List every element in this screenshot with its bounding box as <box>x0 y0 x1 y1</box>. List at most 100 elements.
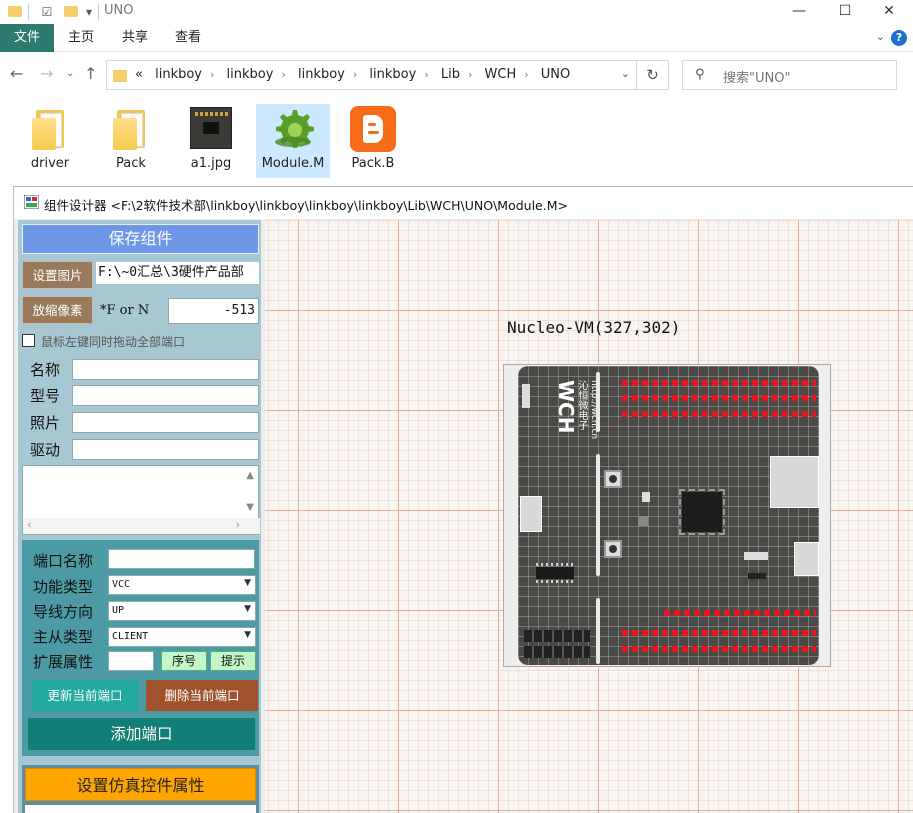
scroll-left-icon[interactable]: ‹ <box>27 518 31 531</box>
vertical-scrollbar[interactable]: ▲ ▼ <box>242 466 258 518</box>
reset-button-icon <box>604 470 622 488</box>
model-input[interactable] <box>72 385 259 406</box>
help-icon[interactable]: ? <box>891 30 907 46</box>
usb-connector <box>520 496 542 532</box>
port-editor: 端口名称 功能类型 VCC ▼ 导线方向 UP ▼ 主从类型 CLIENT ▼ … <box>22 540 259 756</box>
hint-button[interactable]: 提示 <box>210 651 256 671</box>
func-type-select[interactable]: VCC ▼ <box>108 575 256 595</box>
dropdown-arrow-icon[interactable]: ▼ <box>244 578 251 588</box>
chevron-right-icon[interactable]: › <box>281 68 285 81</box>
set-image-button[interactable]: 设置图片 <box>22 261 93 289</box>
ext-attr-input[interactable] <box>108 651 154 671</box>
scale-value-input[interactable]: -513 <box>168 298 259 324</box>
wire-direction-value: UP <box>112 605 125 616</box>
chevron-right-icon[interactable]: › <box>524 68 528 81</box>
tab-share[interactable]: 共享 <box>122 24 148 52</box>
sequence-button[interactable]: 序号 <box>161 651 207 671</box>
breadcrumb-item[interactable]: linkboy <box>227 67 274 82</box>
chevron-right-icon[interactable]: › <box>353 68 357 81</box>
description-textarea[interactable]: ▲ ▼ ‹ › <box>22 465 260 535</box>
breadcrumb-item[interactable]: WCH <box>485 67 517 82</box>
scroll-down-icon[interactable]: ▼ <box>246 502 254 513</box>
wire-direction-label: 导线方向 <box>33 603 94 621</box>
file-item[interactable]: driver <box>13 104 87 178</box>
scale-pixels-button[interactable]: 放缩像素 <box>22 296 93 324</box>
design-canvas[interactable]: Nucleo-VM(327,302) WCH 沁恒微电子 http://wch.… <box>265 220 913 813</box>
chevron-right-icon[interactable]: › <box>424 68 428 81</box>
driver-label: 驱动 <box>30 441 61 459</box>
dropdown-arrow-icon[interactable]: ▼ <box>244 630 251 640</box>
designer-title-bar: 组件设计器 <F:\2软件技术部\linkboy\linkboy\linkboy… <box>14 187 913 219</box>
save-component-button[interactable]: 保存组件 <box>22 224 259 254</box>
expand-ribbon-icon[interactable]: ⌄ <box>876 30 885 43</box>
breadcrumb-item[interactable]: UNO <box>541 67 570 82</box>
address-dropdown-icon[interactable]: ⌄ <box>621 67 630 80</box>
new-folder-icon[interactable] <box>64 6 78 17</box>
gear-icon <box>275 110 314 148</box>
breadcrumb-item[interactable]: linkboy <box>298 67 345 82</box>
update-port-button[interactable]: 更新当前端口 <box>32 680 138 711</box>
separator <box>98 4 99 20</box>
file-item-selected[interactable]: Module.M <box>256 104 330 178</box>
driver-input[interactable] <box>72 439 259 460</box>
search-box[interactable]: ⚲ 搜索"UNO" <box>682 60 897 90</box>
scroll-up-icon[interactable]: ▲ <box>246 470 254 481</box>
breadcrumb-item[interactable]: linkboy <box>369 67 416 82</box>
up-arrow-icon[interactable]: ↑ <box>84 64 97 83</box>
customize-toolbar-icon[interactable]: ▾ <box>80 3 98 21</box>
component-image-frame[interactable]: WCH 沁恒微电子 http://wch.cn <box>503 364 831 667</box>
name-input[interactable] <box>72 359 259 380</box>
minimize-button[interactable]: — <box>776 0 822 24</box>
back-arrow-icon[interactable]: ← <box>10 64 23 83</box>
master-slave-select[interactable]: CLIENT ▼ <box>108 627 256 647</box>
horizontal-scrollbar[interactable]: ‹ › <box>23 518 260 534</box>
port-name-label: 端口名称 <box>33 552 94 570</box>
file-name: Module.M <box>261 156 325 171</box>
usb-connector <box>794 542 819 576</box>
maximize-button[interactable]: ☐ <box>822 0 868 24</box>
forward-arrow-icon[interactable]: → <box>40 64 53 83</box>
chevron-right-icon[interactable]: › <box>210 68 214 81</box>
breadcrumb-overflow[interactable]: « <box>135 67 143 82</box>
breadcrumb-item[interactable]: linkboy <box>155 67 202 82</box>
file-item[interactable]: a1.jpg <box>174 104 248 178</box>
wire-direction-select[interactable]: UP ▼ <box>108 601 256 621</box>
address-bar[interactable]: « linkboy › linkboy › linkboy › linkboy › Li… <box>106 60 669 90</box>
pin-row <box>622 646 816 652</box>
chevron-right-icon[interactable]: › <box>468 68 472 81</box>
ext-attr-label: 扩展属性 <box>33 653 94 671</box>
smd-part <box>748 573 766 579</box>
tab-file[interactable]: 文件 <box>0 24 54 52</box>
f-or-n-label: *F or N <box>100 303 150 318</box>
recent-locations-icon[interactable]: ⌄ <box>66 68 74 79</box>
board-divider <box>596 598 600 664</box>
close-button[interactable]: ✕ <box>866 0 912 24</box>
sim-properties-button[interactable]: 设置仿真控件属性 <box>25 768 256 801</box>
board-image[interactable]: WCH 沁恒微电子 http://wch.cn <box>518 366 819 665</box>
sim-properties-field[interactable] <box>25 805 256 813</box>
file-name: driver <box>30 156 70 171</box>
photo-input[interactable] <box>72 412 259 433</box>
blogger-icon <box>350 106 396 152</box>
breadcrumb-item[interactable]: Lib <box>441 67 460 82</box>
ribbon-tabs: 文件 主页 共享 查看 ⌄ ? <box>0 24 913 52</box>
search-icon: ⚲ <box>695 67 705 82</box>
properties-icon[interactable]: ☑ <box>38 3 56 21</box>
scroll-right-icon[interactable]: › <box>236 518 240 531</box>
file-item[interactable]: Pack <box>94 104 168 178</box>
file-name: Pack <box>116 156 146 171</box>
func-type-label: 功能类型 <box>33 578 94 596</box>
refresh-icon[interactable]: ↻ <box>636 61 668 89</box>
master-slave-label: 主从类型 <box>33 628 94 646</box>
image-path-field[interactable]: F:\~0汇总\3硬件产品部 <box>96 262 259 284</box>
add-port-button[interactable]: 添加端口 <box>28 718 255 750</box>
delete-port-button[interactable]: 删除当前端口 <box>146 680 258 711</box>
file-item[interactable]: Pack.B <box>336 104 410 178</box>
tab-view[interactable]: 查看 <box>175 24 201 52</box>
dropdown-arrow-icon[interactable]: ▼ <box>244 604 251 614</box>
tab-home[interactable]: 主页 <box>68 24 94 52</box>
drag-all-ports-checkbox[interactable] <box>22 334 35 347</box>
window-title: UNO <box>104 3 134 18</box>
separator <box>28 4 29 20</box>
port-name-input[interactable] <box>108 549 255 569</box>
